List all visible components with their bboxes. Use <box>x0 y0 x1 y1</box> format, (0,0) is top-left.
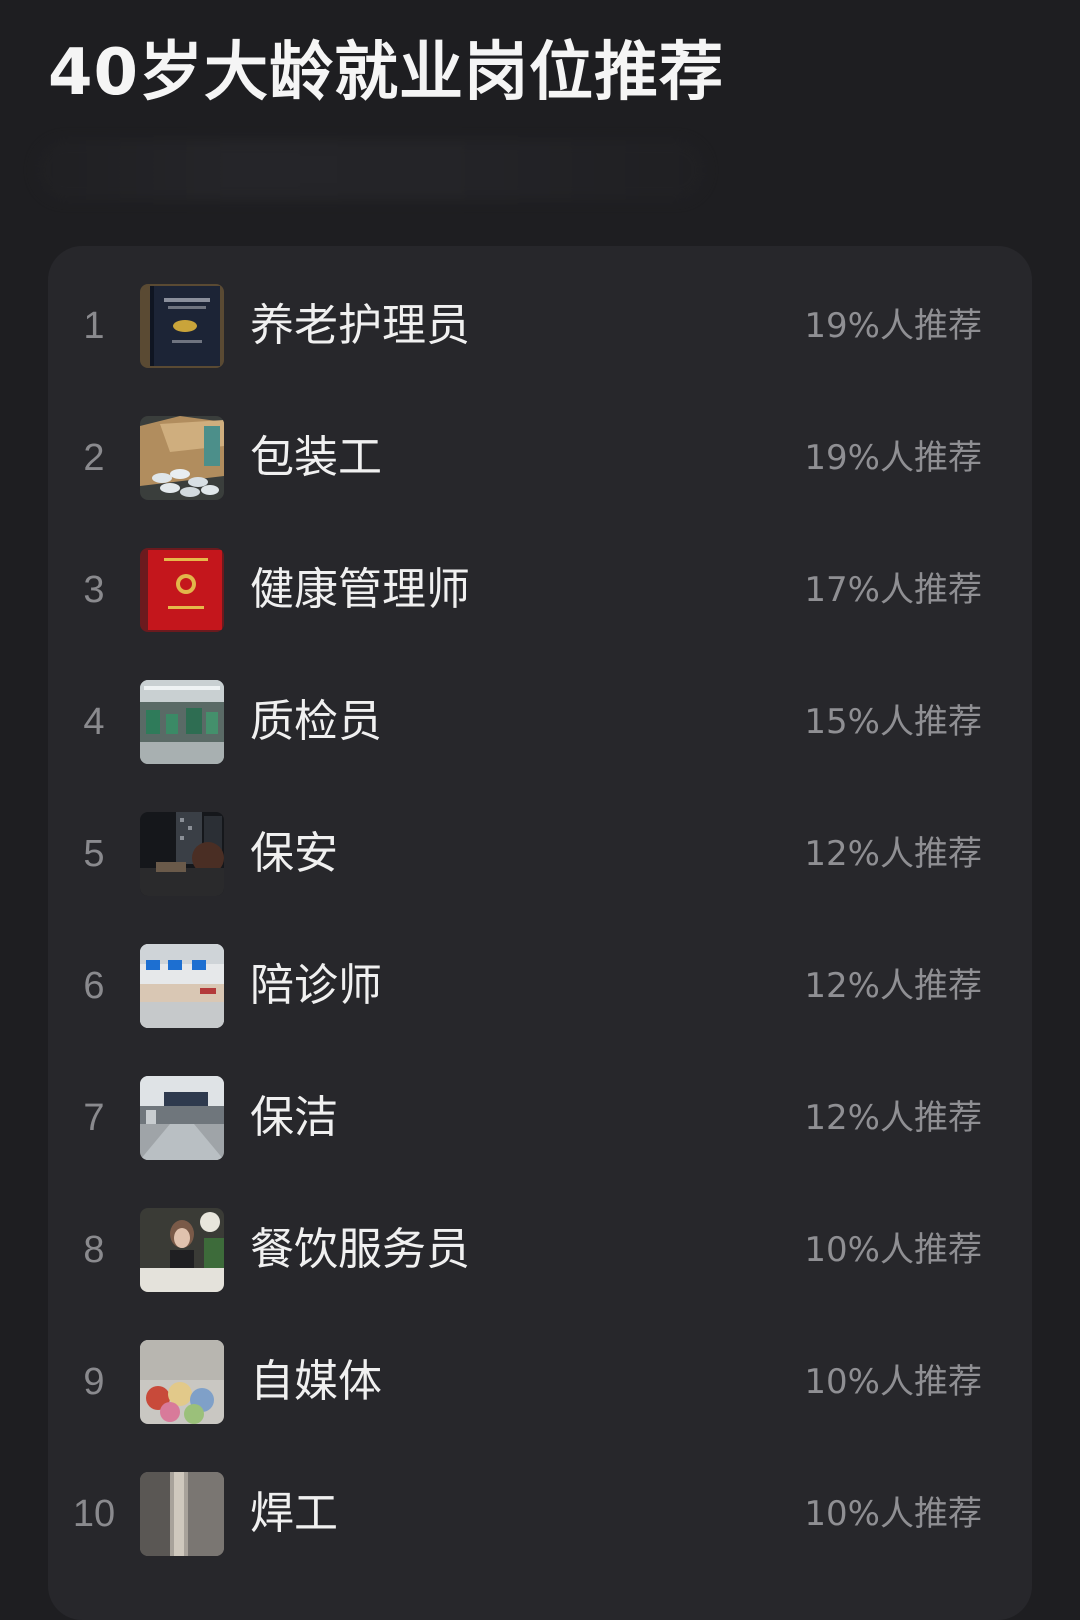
rank-number: 4 <box>83 701 105 743</box>
job-row-1[interactable]: 1 养老护理员 19%人推荐 <box>48 260 1032 392</box>
rank-number: 6 <box>83 965 105 1007</box>
job-row-3[interactable]: 3 健康管理师 17%人推荐 <box>48 524 1032 656</box>
rank-number: 7 <box>83 1097 105 1139</box>
hospital-hall-image <box>140 944 224 1028</box>
blurred-subtitle-strip <box>36 140 706 200</box>
recommend-percent: 12%人推荐 <box>804 834 982 874</box>
job-name: 保洁 <box>250 1092 338 1143</box>
rank-number: 8 <box>83 1229 105 1271</box>
job-name: 保安 <box>250 828 338 879</box>
job-row-5[interactable]: 5 保安 12%人推荐 <box>48 788 1032 920</box>
page-title: 40岁大龄就业岗位推荐 <box>48 36 725 110</box>
job-name: 健康管理师 <box>250 564 470 615</box>
packing-box-image <box>140 416 224 500</box>
recommend-percent: 10%人推荐 <box>804 1494 982 1534</box>
job-name: 养老护理员 <box>250 300 470 351</box>
job-row-6[interactable]: 6 陪诊师 12%人推荐 <box>48 920 1032 1052</box>
job-row-7[interactable]: 7 保洁 12%人推荐 <box>48 1052 1032 1184</box>
job-name: 自媒体 <box>250 1356 382 1407</box>
recommend-percent: 12%人推荐 <box>804 1098 982 1138</box>
plush-toys-image <box>140 1340 224 1424</box>
restaurant-image <box>140 1208 224 1292</box>
job-row-4[interactable]: 4 质检员 15%人推荐 <box>48 656 1032 788</box>
job-ranking-list: 1 养老护理员 19%人推荐 2 包装工 19%人推荐 3 健康管理师 17%人… <box>48 246 1032 1620</box>
job-name: 质检员 <box>250 696 382 747</box>
recommend-percent: 17%人推荐 <box>804 570 982 610</box>
recommend-percent: 12%人推荐 <box>804 966 982 1006</box>
red-certificate-image <box>140 548 224 632</box>
rank-number: 3 <box>83 569 105 611</box>
job-row-2[interactable]: 2 包装工 19%人推荐 <box>48 392 1032 524</box>
job-name: 餐饮服务员 <box>250 1224 470 1275</box>
recommend-percent: 15%人推荐 <box>804 702 982 742</box>
recommend-percent: 10%人推荐 <box>804 1230 982 1270</box>
recommend-percent: 10%人推荐 <box>804 1362 982 1402</box>
rank-number: 10 <box>72 1493 116 1535</box>
recommend-percent: 19%人推荐 <box>804 306 982 346</box>
rank-number: 5 <box>83 833 105 875</box>
mall-floor-image <box>140 1076 224 1160</box>
rank-number: 1 <box>83 305 105 347</box>
factory-floor-image <box>140 680 224 764</box>
recommend-percent: 19%人推荐 <box>804 438 982 478</box>
night-building-image <box>140 812 224 896</box>
job-name: 陪诊师 <box>250 960 382 1011</box>
job-name: 包装工 <box>250 432 382 483</box>
rank-number: 2 <box>83 437 105 479</box>
certificate-booklet-image <box>140 284 224 368</box>
job-row-10[interactable]: 10 焊工 10%人推荐 <box>48 1448 1032 1580</box>
job-name: 焊工 <box>250 1488 338 1539</box>
job-row-9[interactable]: 9 自媒体 10%人推荐 <box>48 1316 1032 1448</box>
weld-seam-image <box>140 1472 224 1556</box>
job-row-8[interactable]: 8 餐饮服务员 10%人推荐 <box>48 1184 1032 1316</box>
rank-number: 9 <box>83 1361 105 1403</box>
